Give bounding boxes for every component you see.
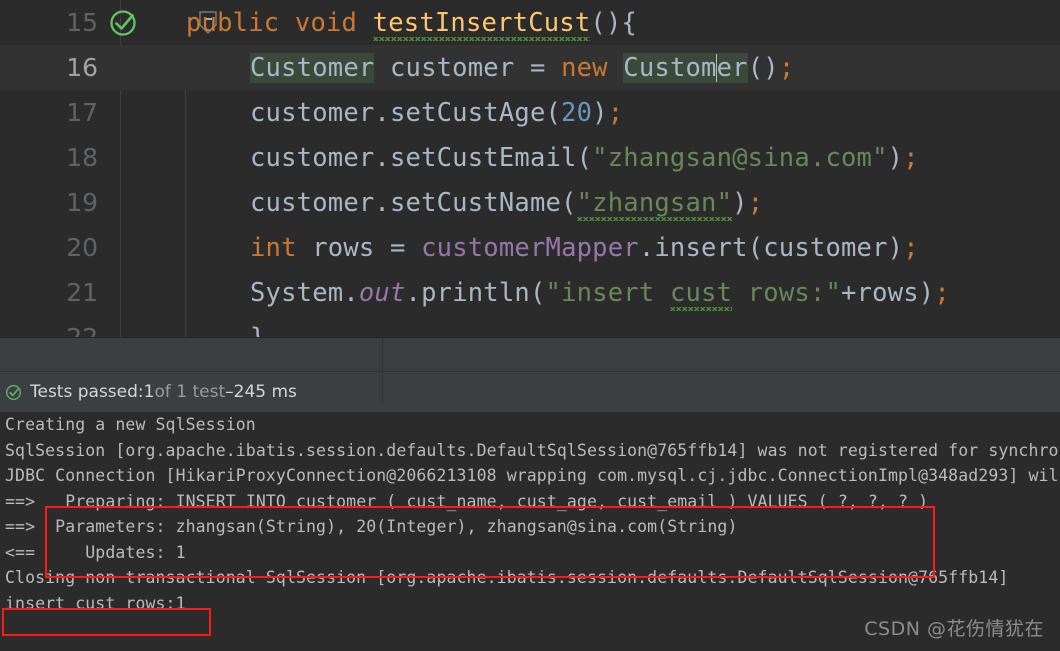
code-token: testInsertCust bbox=[372, 7, 591, 41]
tests-duration: 245 ms bbox=[233, 382, 297, 402]
code-text: Customer customer = new Custom er(); bbox=[0, 45, 794, 90]
code-token: (){ bbox=[590, 7, 638, 38]
console-line: ==> Parameters: zhangsan(String), 20(Int… bbox=[0, 514, 1060, 540]
tests-passed-label: Tests passed: bbox=[30, 382, 144, 402]
code-token: new bbox=[561, 52, 608, 83]
code-token: out bbox=[358, 277, 406, 308]
code-token: Customer bbox=[250, 52, 375, 83]
code-token: customer = bbox=[374, 52, 562, 83]
editor-lines: 15 public void testInsertCust(){16 Custome… bbox=[0, 0, 1060, 337]
code-token: 20 bbox=[561, 97, 593, 128]
code-token: cust bbox=[669, 277, 733, 311]
tests-total-label: of 1 test bbox=[154, 382, 226, 402]
console-line-text: Parameters: zhangsan(String), 20(Integer… bbox=[45, 517, 738, 536]
code-line-21[interactable]: 21 System. out .println("insert cust rows:"… bbox=[0, 270, 1060, 315]
code-token: void bbox=[294, 7, 358, 38]
code-line-15[interactable]: 15 public void testInsertCust(){ bbox=[0, 0, 1060, 45]
console-line: SqlSession [org.apache.ibatis.session.de… bbox=[0, 438, 1060, 464]
console-line-text: JDBC Connection [HikariProxyConnection@2… bbox=[5, 466, 1059, 485]
console-line: insert cust rows:1 bbox=[0, 591, 1060, 617]
code-token: +rows) bbox=[841, 277, 935, 308]
console-line-text: insert cust rows:1 bbox=[5, 593, 186, 613]
code-line-18[interactable]: 18 customer.setCustEmail("zhangsan@sina.c… bbox=[0, 135, 1060, 180]
tests-separator: – bbox=[225, 382, 234, 402]
ide-window: 15 public void testInsertCust(){16 Custome… bbox=[0, 0, 1060, 651]
tests-status-bar: Tests passed: 1 of 1 test – 245 ms bbox=[0, 372, 1060, 412]
console-line: JDBC Connection [HikariProxyConnection@2… bbox=[0, 463, 1060, 489]
code-text: int rows = customerMapper .insert(custome… bbox=[0, 225, 919, 270]
code-text: customer.setCustName("zhangsan"); bbox=[0, 180, 763, 225]
console-line-text: SqlSession [org.apache.ibatis.session.de… bbox=[5, 440, 1060, 460]
tests-passed-check-icon bbox=[5, 384, 22, 400]
code-line-20[interactable]: 20 int rows = customerMapper .insert(custo… bbox=[0, 225, 1060, 270]
code-text: System. out .println("insert cust rows:" +r… bbox=[0, 270, 950, 315]
watermark: CSDN @花伤情犹在 bbox=[864, 618, 1044, 640]
code-token: ; bbox=[607, 97, 624, 128]
console-line-text: Updates: 1 bbox=[45, 542, 186, 562]
code-token: rows = bbox=[296, 232, 422, 263]
code-editor[interactable]: 15 public void testInsertCust(){16 Custome… bbox=[0, 0, 1060, 337]
code-token: ; bbox=[903, 232, 919, 263]
code-text: public void testInsertCust(){ bbox=[0, 0, 637, 45]
code-token: .println( bbox=[405, 277, 546, 308]
code-token: ; bbox=[778, 52, 795, 83]
code-token: } bbox=[250, 323, 266, 338]
console-line: Closing non transactional SqlSession [or… bbox=[0, 565, 1060, 591]
code-token: ; bbox=[747, 187, 764, 218]
code-token: ) bbox=[732, 187, 748, 218]
code-token: ) bbox=[592, 97, 608, 128]
console-direction-arrow: ==> bbox=[5, 491, 46, 511]
code-line-22[interactable]: 22} bbox=[0, 315, 1060, 338]
code-line-16[interactable]: 16 Customer customer = new Custom er(); bbox=[0, 45, 1060, 90]
console-direction-arrow: ==> bbox=[5, 517, 46, 536]
code-token: System. bbox=[250, 277, 359, 308]
code-token: rows:" bbox=[732, 277, 842, 308]
code-line-19[interactable]: 19 customer.setCustName("zhangsan"); bbox=[0, 180, 1060, 225]
tests-passed-count: 1 bbox=[143, 382, 155, 402]
code-token: ; bbox=[934, 277, 950, 308]
code-token: ) bbox=[887, 142, 904, 173]
code-token: er bbox=[716, 52, 748, 83]
console-line: <== Updates: 1 bbox=[0, 540, 1060, 566]
code-text: } bbox=[0, 315, 266, 338]
tool-window-toolbar[interactable] bbox=[0, 338, 1060, 372]
code-token: "zhangsan@sina.com" bbox=[592, 142, 888, 173]
run-tool-window: Tests passed: 1 of 1 test – 245 ms bbox=[0, 337, 1060, 413]
code-token: customer.setCustName( bbox=[250, 187, 577, 218]
code-token: customerMapper bbox=[421, 232, 639, 263]
code-token: () bbox=[747, 52, 779, 83]
code-token: customer.setCustAge( bbox=[250, 97, 562, 128]
code-token: int bbox=[250, 232, 297, 263]
code-text: customer.setCustEmail("zhangsan@sina.com… bbox=[0, 135, 919, 180]
code-token: Custom bbox=[623, 52, 717, 83]
code-token: public bbox=[186, 7, 280, 38]
code-text: customer.setCustAge(20); bbox=[0, 90, 623, 135]
console-line-text: Preparing: INSERT INTO customer ( cust_n… bbox=[45, 491, 929, 511]
console-line: ==> Preparing: INSERT INTO customer ( cu… bbox=[0, 489, 1060, 515]
code-token: customer.setCustEmail( bbox=[250, 142, 593, 173]
code-line-17[interactable]: 17 customer.setCustAge(20); bbox=[0, 90, 1060, 135]
console-direction-arrow: <== bbox=[5, 542, 46, 562]
code-token: .insert(customer) bbox=[638, 232, 904, 263]
code-token: "zhangsan" bbox=[576, 187, 733, 221]
code-token: ; bbox=[903, 142, 919, 173]
console-line: Creating a new SqlSession bbox=[0, 412, 1060, 438]
console-line-text: Closing non transactional SqlSession [or… bbox=[5, 568, 1009, 587]
console-line-text: Creating a new SqlSession bbox=[5, 415, 256, 434]
code-token: "insert bbox=[545, 277, 670, 308]
console-lines: Creating a new SqlSession SqlSession [org… bbox=[0, 412, 1060, 616]
